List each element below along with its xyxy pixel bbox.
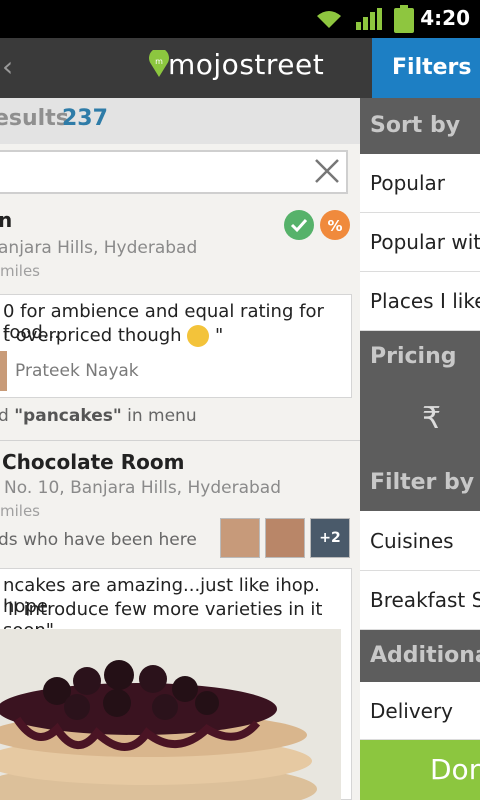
food-photo[interactable] — [0, 629, 341, 800]
rupee-price-toggle[interactable]: ₹ — [360, 383, 480, 455]
friends-visited: ds who have been here — [0, 530, 197, 550]
verified-icon — [284, 210, 314, 240]
additional-heading: Additiona — [360, 630, 480, 682]
avatar — [0, 351, 7, 391]
results-header: esults 237 — [0, 98, 360, 144]
app-logo: mojostreet — [168, 48, 325, 81]
review-snippet[interactable]: 0 for ambience and equal rating for food… — [0, 294, 352, 398]
clock: 4:20 — [420, 6, 470, 30]
status-bar: 4:20 — [0, 0, 480, 38]
listing-address: anjara Hills, Hyderabad — [0, 238, 198, 258]
wifi-icon — [317, 11, 341, 28]
pricing-heading: Pricing — [360, 331, 480, 383]
sort-option-places-i-like[interactable]: Places I like — [360, 272, 480, 331]
review-snippet[interactable]: ncakes are amazing...just like ihop. hop… — [0, 568, 352, 800]
filter-option-breakfast[interactable]: Breakfast Sp — [360, 571, 480, 630]
svg-text:m: m — [155, 57, 163, 66]
results-label: esults — [0, 106, 69, 131]
sad-face-icon — [187, 325, 210, 347]
listing-distance: miles — [0, 262, 40, 280]
discount-icon: % — [320, 210, 350, 240]
done-button[interactable]: Done — [360, 740, 480, 800]
sort-option-popular[interactable]: Popular — [360, 154, 480, 213]
additional-option-delivery[interactable]: Delivery — [360, 682, 480, 740]
sort-by-heading: Sort by — [360, 98, 480, 154]
more-friends-badge[interactable]: +2 — [310, 518, 350, 558]
listing-name[interactable]: Chocolate Room — [2, 450, 184, 474]
logo-pin-icon: m — [149, 50, 169, 77]
menu-match: d "pancakes" in menu — [0, 406, 197, 426]
filters-panel: Sort by Popular Popular with Places I li… — [360, 98, 480, 800]
filter-option-cuisines[interactable]: Cuisines — [360, 511, 480, 571]
search-input[interactable] — [0, 150, 348, 194]
friend-avatar[interactable] — [220, 518, 260, 558]
sort-option-popular-with[interactable]: Popular with — [360, 213, 480, 272]
filters-tab[interactable]: Filters — [372, 38, 480, 98]
listing-name[interactable]: n — [0, 208, 12, 232]
results-list: esults 237 n anjara Hills, Hyderabad mil… — [0, 98, 360, 800]
review-text-line2: t overpriced though " — [3, 325, 224, 347]
listing-address: No. 10, Banjara Hills, Hyderabad — [4, 478, 281, 498]
signal-icon — [356, 8, 382, 30]
results-count: 237 — [62, 106, 108, 131]
friend-avatar[interactable] — [265, 518, 305, 558]
listing-distance: miles — [0, 502, 40, 520]
clear-search-icon[interactable] — [312, 156, 342, 186]
review-author[interactable]: Prateek Nayak — [15, 361, 139, 381]
svg-text:%: % — [327, 217, 342, 235]
back-button[interactable]: ‹ — [2, 50, 13, 83]
filter-by-heading: Filter by — [360, 455, 480, 511]
app-bar: ‹ m mojostreet — [0, 38, 372, 98]
battery-icon — [394, 5, 414, 33]
divider — [0, 440, 360, 441]
